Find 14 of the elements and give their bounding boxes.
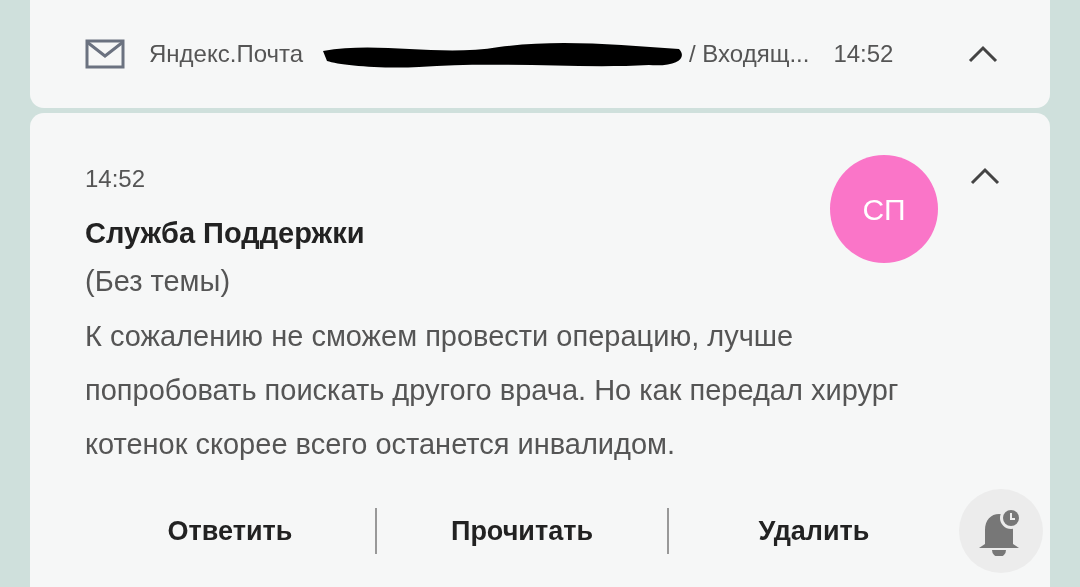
subject: (Без темы) [85,264,232,299]
sender-name: Служба Поддержки [85,216,366,251]
mail-icon [85,39,125,69]
message-body: К сожалению не сможем провести операцию, лучше попробовать поискать другого врача. Но как передал хирург котенок скорее всего останется инвалидом. [85,319,900,462]
app-name: Яндекс.Почта [149,39,304,69]
action-button[interactable]: Прочитать [377,501,667,561]
notification-time: 14:52 [85,164,147,194]
avatar: СП [830,155,938,263]
folder-name: / Входящ... [689,39,810,69]
action-button[interactable]: Ответить [85,501,375,561]
header-time: 14:52 [833,39,894,69]
action-button[interactable]: Удалить [669,501,959,561]
collapse-icon[interactable] [970,167,1000,185]
collapse-icon[interactable] [968,45,998,63]
